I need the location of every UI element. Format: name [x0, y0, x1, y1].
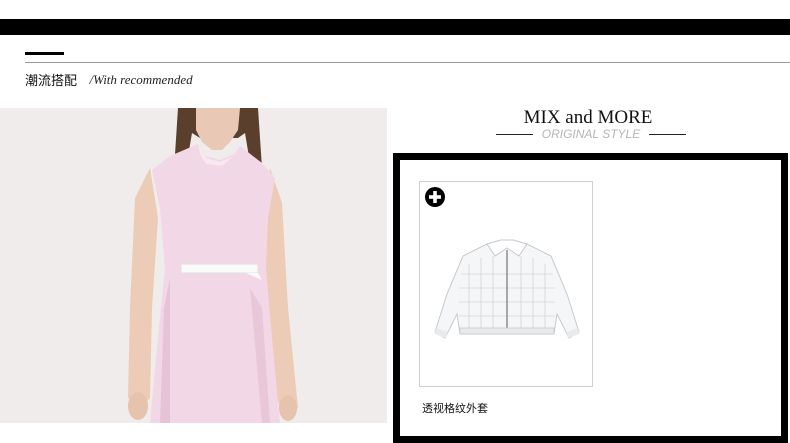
product-name[interactable]: 透视格纹外套 [422, 400, 488, 416]
product-image[interactable] [429, 234, 584, 346]
mix-subtitle-row: ORIGINAL STYLE [496, 127, 686, 143]
section-title-cn: 潮流搭配 [25, 74, 78, 89]
model-photo [0, 108, 387, 423]
mix-subtitle: ORIGINAL STYLE [541, 127, 641, 141]
section-heading: 潮流搭配 /With recommended [25, 70, 193, 90]
product-card[interactable] [419, 181, 593, 387]
subtitle-line-right [649, 134, 686, 135]
section-accent-rule [25, 52, 64, 55]
top-black-bar [0, 19, 790, 35]
section-divider [25, 62, 790, 63]
product-panel: 透视格纹外套 [393, 153, 788, 443]
plus-circle-icon[interactable] [425, 187, 445, 207]
subtitle-line-left [496, 134, 533, 135]
mix-title: MIX and MORE [523, 107, 653, 128]
section-title-en: /With recommended [89, 71, 193, 87]
